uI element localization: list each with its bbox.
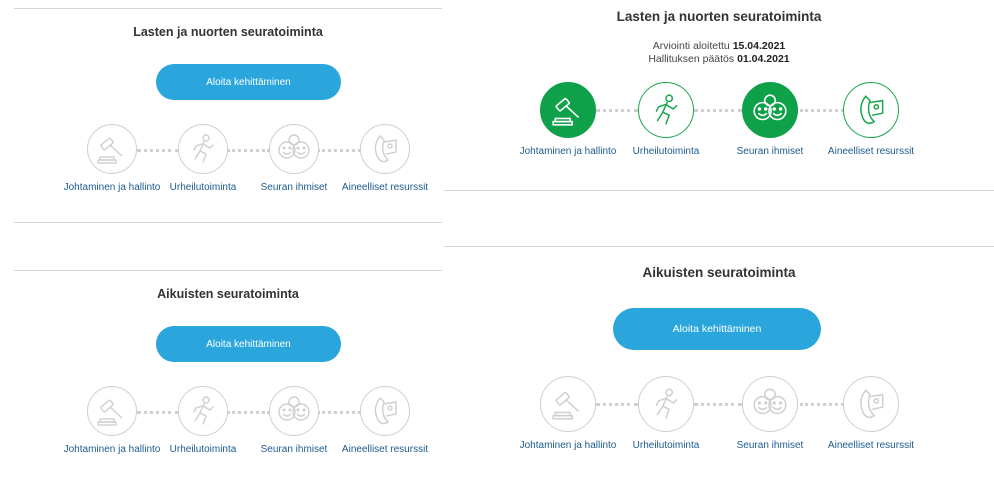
step-label: Urheilutoiminta bbox=[632, 146, 700, 157]
step-resources[interactable]: Aineelliset resurssit bbox=[816, 376, 926, 451]
step-management[interactable]: Johtaminen ja hallinto bbox=[513, 376, 623, 451]
gavel-icon bbox=[540, 376, 596, 432]
gavel-icon bbox=[87, 124, 137, 174]
runner-icon bbox=[638, 376, 694, 432]
panel-youth-small: Lasten ja nuorten seuratoiminta Aloita k… bbox=[14, 8, 442, 222]
panel-youth-large: Lasten ja nuorten seuratoiminta Arvioint… bbox=[444, 0, 994, 190]
step-resources[interactable]: Aineelliset resurssit bbox=[330, 386, 440, 455]
step-label: Aineelliset resurssit bbox=[341, 182, 429, 193]
start-development-button[interactable]: Aloita kehittäminen bbox=[156, 64, 341, 100]
people-icon bbox=[742, 82, 798, 138]
step-label: Seuran ihmiset bbox=[736, 440, 804, 451]
panel-adult-large: Aikuisten seuratoiminta Aloita kehittämi… bbox=[444, 246, 994, 482]
start-development-button[interactable]: Aloita kehittäminen bbox=[156, 326, 341, 362]
board-decision-date: 01.04.2021 bbox=[737, 53, 790, 65]
gavel-icon bbox=[540, 82, 596, 138]
evaluation-started-text: Arviointi aloitettu 15.04.2021 bbox=[652, 40, 786, 52]
step-label: Johtaminen ja hallinto bbox=[519, 146, 617, 157]
step-resources-outline[interactable]: Aineelliset resurssit bbox=[816, 82, 926, 157]
step-label: Johtaminen ja hallinto bbox=[519, 440, 617, 451]
panel-title: Lasten ja nuorten seuratoiminta bbox=[616, 9, 822, 24]
step-label: Aineelliset resurssit bbox=[827, 146, 915, 157]
board-decision-text: Hallituksen päätös 01.04.2021 bbox=[648, 53, 790, 65]
people-icon bbox=[269, 386, 319, 436]
step-sports-outline[interactable]: Urheilutoiminta bbox=[611, 82, 721, 157]
flag-resource-icon bbox=[843, 82, 899, 138]
panel-adult-small: Aikuisten seuratoiminta Aloita kehittämi… bbox=[14, 270, 442, 482]
step-label: Urheilutoiminta bbox=[632, 440, 700, 451]
step-label: Aineelliset resurssit bbox=[827, 440, 915, 451]
people-icon bbox=[269, 124, 319, 174]
step-management-completed[interactable]: Johtaminen ja hallinto bbox=[513, 82, 623, 157]
top-right-bottom-divider bbox=[444, 190, 994, 191]
runner-icon bbox=[638, 82, 694, 138]
step-people[interactable]: Seuran ihmiset bbox=[715, 376, 825, 451]
step-people-completed[interactable]: Seuran ihmiset bbox=[715, 82, 825, 157]
evaluation-started-date: 15.04.2021 bbox=[732, 40, 786, 52]
runner-icon bbox=[178, 386, 228, 436]
panel-title: Aikuisten seuratoiminta bbox=[157, 287, 299, 301]
top-left-bottom-divider bbox=[14, 222, 442, 223]
start-development-button[interactable]: Aloita kehittäminen bbox=[613, 308, 821, 350]
flag-resource-icon bbox=[360, 386, 410, 436]
gavel-icon bbox=[87, 386, 137, 436]
people-icon bbox=[742, 376, 798, 432]
step-label: Aineelliset resurssit bbox=[341, 444, 429, 455]
step-sports[interactable]: Urheilutoiminta bbox=[611, 376, 721, 451]
runner-icon bbox=[178, 124, 228, 174]
step-resources[interactable]: Aineelliset resurssit bbox=[330, 124, 440, 193]
panel-title: Lasten ja nuorten seuratoiminta bbox=[133, 25, 323, 39]
panel-title: Aikuisten seuratoiminta bbox=[642, 265, 796, 280]
step-label: Seuran ihmiset bbox=[736, 146, 804, 157]
flag-resource-icon bbox=[843, 376, 899, 432]
flag-resource-icon bbox=[360, 124, 410, 174]
